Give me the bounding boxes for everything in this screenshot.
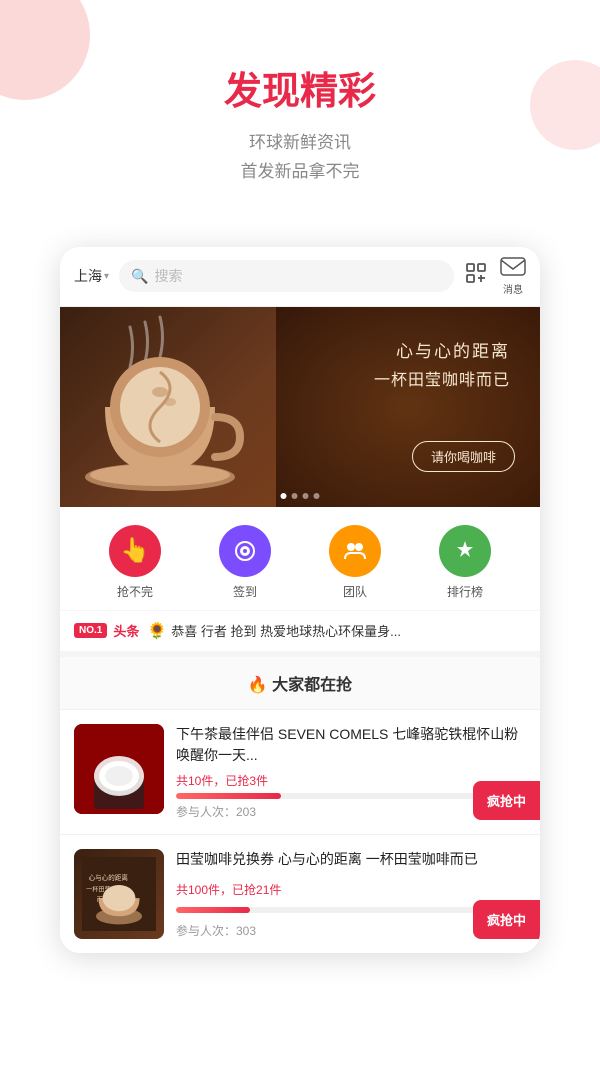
banner-dot-1 — [281, 493, 287, 499]
product-card-2: 心与心的距离 一杯田莹咖啡 而已 田莹咖啡兑换券 心与心的距离 一杯田莹咖啡而已… — [60, 834, 540, 953]
product-stock-2: 共100件，已抢21件 — [176, 881, 526, 898]
team-icon-circle — [329, 525, 381, 577]
rush-button-1[interactable]: 疯抢中 — [473, 781, 540, 820]
checkin-icon-circle — [219, 525, 271, 577]
ranking-label: 排行榜 — [447, 583, 483, 600]
product-thumb-2: 心与心的距离 一杯田莹咖啡 而已 — [74, 849, 164, 939]
sunflower-icon: 🌻 — [147, 621, 167, 641]
product-thumb-1 — [74, 724, 164, 814]
message-button[interactable]: 消息 — [500, 257, 526, 296]
banner: 心与心的距离 一杯田莹咖啡而已 请你喝咖啡 — [60, 307, 540, 507]
banner-dot-3 — [303, 493, 309, 499]
flour-image — [74, 724, 164, 814]
phone-frame: 上海 ▾ 🔍 搜索 消息 — [60, 247, 540, 953]
icon-item-ranking[interactable]: 排行榜 — [439, 525, 491, 600]
location-label: 上海 — [74, 266, 102, 286]
hero-subtitle: 环球新鲜资讯 首发新品拿不完 — [0, 129, 600, 187]
team-label: 团队 — [343, 583, 367, 600]
banner-text-line2: 一杯田莹咖啡而已 — [374, 366, 510, 390]
scan-icon[interactable] — [464, 261, 488, 291]
search-bar: 上海 ▾ 🔍 搜索 消息 — [60, 247, 540, 307]
ranking-icon-circle — [439, 525, 491, 577]
hero-subtitle-line1: 环球新鲜资讯 — [249, 133, 351, 152]
icon-item-checkin[interactable]: 签到 — [219, 525, 271, 600]
search-input-wrap[interactable]: 🔍 搜索 — [119, 260, 454, 292]
icon-item-rush[interactable]: 👆 抢不完 — [109, 525, 161, 600]
rush-label: 抢不完 — [117, 583, 153, 600]
icon-grid: 👆 抢不完 签到 团队 — [60, 507, 540, 610]
banner-dot-4 — [314, 493, 320, 499]
icon-item-team[interactable]: 团队 — [329, 525, 381, 600]
section-heading: 🔥 大家都在抢 — [60, 651, 540, 709]
banner-button[interactable]: 请你喝咖啡 — [412, 441, 515, 472]
news-badge: NO.1 — [74, 623, 107, 638]
search-placeholder: 搜索 — [154, 266, 182, 286]
banner-dots — [281, 493, 320, 499]
news-ticker[interactable]: NO.1 头条 🌻 恭喜 行者 抢到 热爱地球热心环保量身... — [60, 610, 540, 651]
banner-text-line1: 心与心的距离 — [374, 337, 510, 362]
checkin-label: 签到 — [233, 583, 257, 600]
product-title-2: 田莹咖啡兑换券 心与心的距离 一杯田莹咖啡而已 — [176, 849, 526, 870]
svg-text:心与心的距离: 心与心的距离 — [89, 873, 129, 882]
product-card-1: 下午茶最佳伴侣 SEVEN COMELS 七峰骆驼铁棍怀山粉 唤醒你一天... … — [60, 709, 540, 834]
chevron-down-icon: ▾ — [104, 271, 109, 282]
hero-section: 发现精彩 环球新鲜资讯 首发新品拿不完 — [0, 0, 600, 217]
product-title-1: 下午茶最佳伴侣 SEVEN COMELS 七峰骆驼铁棍怀山粉 唤醒你一天... — [176, 724, 526, 766]
search-icon: 🔍 — [131, 268, 148, 285]
banner-dot-2 — [292, 493, 298, 499]
message-label: 消息 — [503, 281, 523, 296]
rush-button-2[interactable]: 疯抢中 — [473, 900, 540, 939]
news-text: 恭喜 行者 抢到 热爱地球热心环保量身... — [171, 621, 526, 640]
banner-text: 心与心的距离 一杯田莹咖啡而已 — [374, 337, 510, 390]
bottom-spacer — [0, 953, 600, 993]
banner-coffee-illustration — [60, 307, 260, 507]
coffee-image: 心与心的距离 一杯田莹咖啡 而已 — [74, 849, 164, 939]
hero-title: 发现精彩 — [0, 60, 600, 115]
message-icon — [500, 257, 526, 279]
hero-subtitle-line2: 首发新品拿不完 — [241, 162, 360, 181]
news-tag: 头条 — [113, 621, 139, 640]
progress-bar-1 — [176, 793, 281, 799]
progress-bar-2 — [176, 907, 250, 913]
location-button[interactable]: 上海 ▾ — [74, 266, 109, 286]
rush-icon-circle: 👆 — [109, 525, 161, 577]
